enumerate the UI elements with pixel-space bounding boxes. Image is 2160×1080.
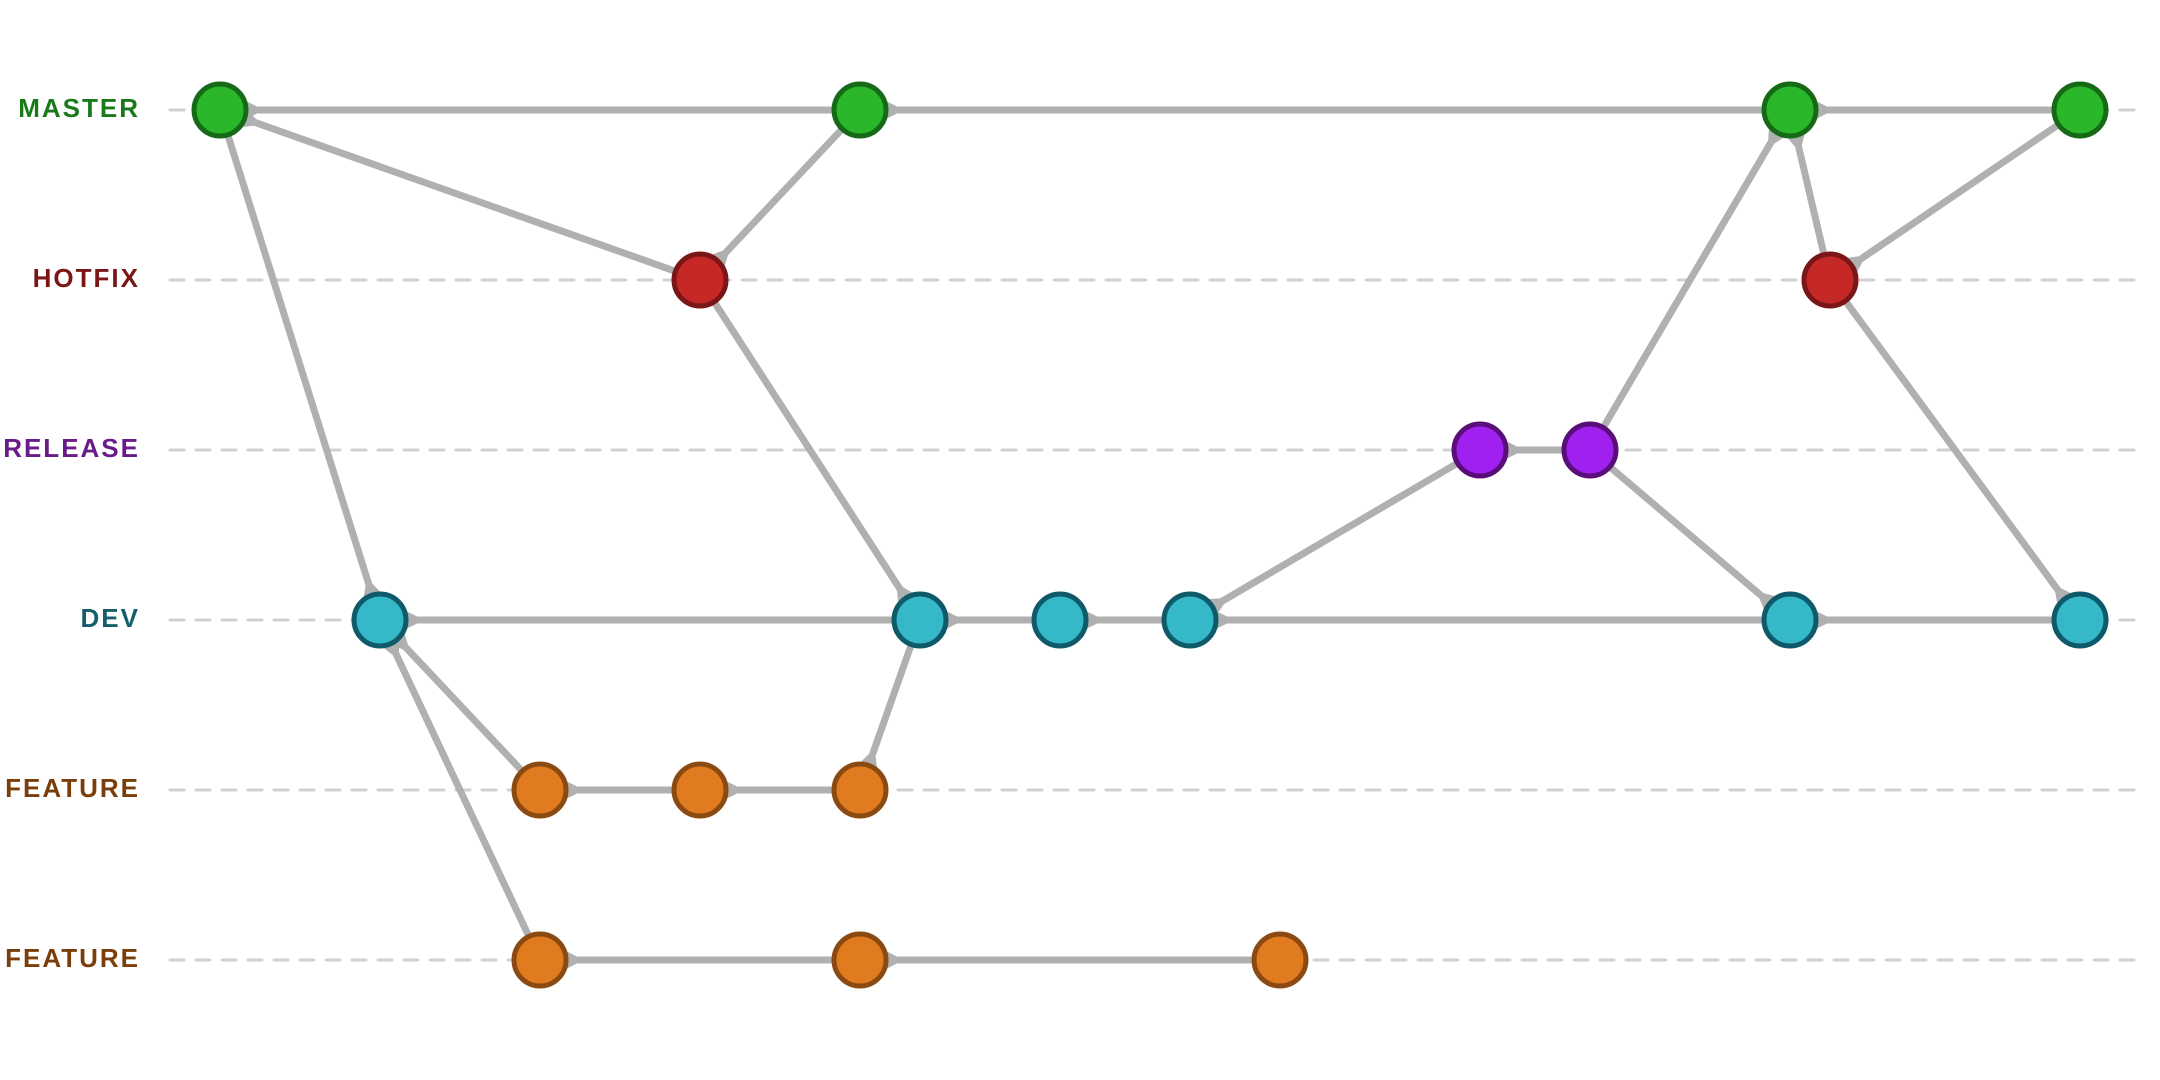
commit-m0 <box>194 84 246 136</box>
commit-h1 <box>1804 254 1856 306</box>
edge-h0-to-d1 <box>714 302 899 588</box>
commit-d4 <box>1764 594 1816 646</box>
edge-r1-to-d4 <box>1610 467 1761 596</box>
lane-guides <box>170 110 2140 960</box>
commit-fA1 <box>674 764 726 816</box>
commit-r0 <box>1454 424 1506 476</box>
edge-r1-to-m2 <box>1603 143 1771 428</box>
edge-h0-to-m0 <box>256 123 676 272</box>
commit-d3 <box>1164 594 1216 646</box>
lane-label-dev: DEV <box>81 603 140 633</box>
commit-h0 <box>674 254 726 306</box>
gitflow-diagram: MASTER HOTFIX RELEASE DEV FEATURE FEATURE <box>0 0 2160 1080</box>
edge-h1-to-m2 <box>1799 147 1824 255</box>
commit-d2 <box>1034 594 1086 646</box>
commit-d1 <box>894 594 946 646</box>
commit-m3 <box>2054 84 2106 136</box>
lane-labels: MASTER HOTFIX RELEASE DEV FEATURE FEATURE <box>3 93 140 973</box>
lane-label-master: MASTER <box>18 93 140 123</box>
edge-h1-to-d5 <box>1845 301 2057 590</box>
commit-edges <box>228 110 2059 960</box>
lane-label-release: RELEASE <box>3 433 140 463</box>
lane-label-feat2: FEATURE <box>5 943 140 973</box>
edge-m1-to-h0 <box>726 129 842 252</box>
commit-fA0 <box>514 764 566 816</box>
commit-r1 <box>1564 424 1616 476</box>
commit-d5 <box>2054 594 2106 646</box>
commit-fA2 <box>834 764 886 816</box>
commit-fB1 <box>834 934 886 986</box>
edge-r0-to-d3 <box>1223 463 1458 601</box>
lane-label-feat1: FEATURE <box>5 773 140 803</box>
edge-m3-to-h1 <box>1861 125 2058 259</box>
commit-m2 <box>1764 84 1816 136</box>
edge-fB0-to-d0 <box>396 654 529 936</box>
edge-m0-to-d0 <box>228 135 369 584</box>
commit-fB2 <box>1254 934 1306 986</box>
edge-d1-to-fA2 <box>873 645 912 755</box>
commit-d0 <box>354 594 406 646</box>
lane-label-hotfix: HOTFIX <box>33 263 140 293</box>
commit-fB0 <box>514 934 566 986</box>
commit-m1 <box>834 84 886 136</box>
